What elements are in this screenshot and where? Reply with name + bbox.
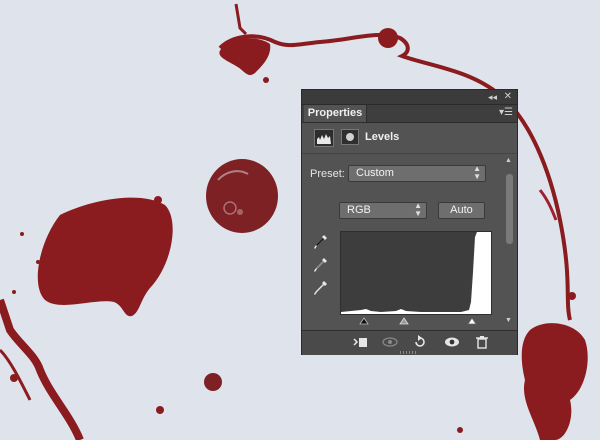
white-point-handle: [467, 317, 477, 325]
panel-scrollbar[interactable]: ▲ ▼: [504, 154, 515, 326]
blood-drop: [206, 159, 278, 233]
channel-select[interactable]: RGB ▲ ▼: [339, 202, 427, 219]
reset-icon[interactable]: [412, 335, 428, 349]
updown-arrows-icon: ▲ ▼: [414, 201, 422, 218]
input-levels-slider[interactable]: [340, 315, 492, 325]
blood-droplet: [204, 373, 222, 391]
preset-value: Custom: [356, 167, 394, 179]
clip-to-layer-icon[interactable]: [352, 335, 368, 349]
resize-grip[interactable]: [400, 351, 418, 354]
trash-icon[interactable]: [474, 335, 490, 349]
adjustment-title: Levels: [365, 131, 400, 143]
white-eyedropper-icon[interactable]: [314, 280, 328, 296]
mask-icon[interactable]: [341, 129, 359, 145]
gray-eyedropper-icon[interactable]: [314, 257, 328, 273]
scroll-up-icon[interactable]: ▲: [505, 157, 512, 164]
preset-select[interactable]: Custom ▲ ▼: [348, 165, 486, 182]
panel-bottom-toolbar: [302, 330, 517, 355]
updown-arrows-icon: ▲ ▼: [473, 164, 481, 181]
properties-panel: ◂◂ ✕ Properties ▾☰ Levels Preset: Custom…: [301, 89, 518, 355]
panel-topbar[interactable]: ◂◂ ✕: [302, 90, 517, 105]
close-icon[interactable]: ✕: [504, 90, 512, 104]
panel-menu-icon[interactable]: ▾☰: [499, 107, 513, 118]
scroll-thumb[interactable]: [506, 174, 513, 244]
adjustment-header: Levels: [302, 123, 517, 154]
black-point-handle: [359, 317, 369, 325]
levels-histogram: [340, 231, 492, 315]
double-chevron-left-icon[interactable]: ◂◂: [488, 90, 497, 104]
auto-button[interactable]: Auto: [438, 202, 485, 219]
tab-properties[interactable]: Properties: [304, 105, 367, 122]
midtone-handle: [399, 317, 409, 325]
preset-label: Preset:: [310, 168, 345, 180]
levels-icon[interactable]: [314, 129, 334, 147]
view-previous-icon[interactable]: [382, 335, 398, 349]
black-eyedropper-icon[interactable]: [314, 234, 328, 250]
levels-content: Preset: Custom ▲ ▼ RGB ▲ ▼ Auto: [302, 154, 502, 330]
panel-tab-row: Properties ▾☰: [302, 105, 517, 123]
scroll-down-icon[interactable]: ▼: [505, 317, 512, 324]
visibility-eye-icon[interactable]: [444, 335, 460, 349]
channel-value: RGB: [347, 204, 371, 216]
